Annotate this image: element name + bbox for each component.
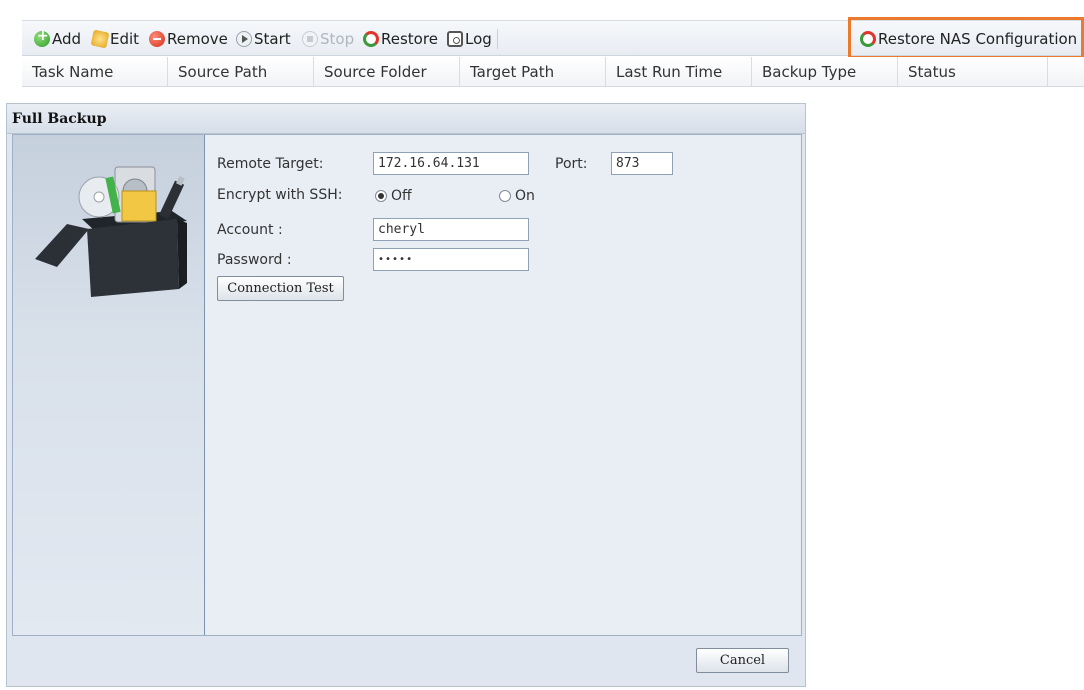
column-status[interactable]: Status bbox=[898, 57, 1048, 87]
radio-unselected-icon bbox=[499, 190, 511, 202]
start-button[interactable]: Start bbox=[236, 29, 291, 49]
dialog-title: Full Backup bbox=[7, 104, 805, 134]
remote-target-label: Remote Target: bbox=[217, 156, 324, 172]
backup-task-panel: Add Edit Remove Start Stop Restore Log bbox=[22, 17, 1084, 90]
log-label: Log bbox=[465, 30, 492, 48]
restore-label: Restore bbox=[381, 30, 438, 48]
encrypt-ssh-label: Encrypt with SSH: bbox=[217, 187, 343, 203]
add-label: Add bbox=[52, 30, 82, 48]
cancel-button[interactable]: Cancel bbox=[696, 648, 789, 673]
edit-label: Edit bbox=[110, 30, 140, 48]
remove-icon bbox=[149, 31, 165, 47]
column-source-path[interactable]: Source Path bbox=[168, 57, 314, 87]
radio-selected-icon bbox=[375, 190, 387, 202]
restore-button[interactable]: Restore bbox=[363, 29, 438, 49]
log-icon bbox=[447, 31, 463, 47]
port-label: Port: bbox=[555, 156, 588, 172]
password-label: Password : bbox=[217, 252, 292, 268]
column-task-name[interactable]: Task Name bbox=[22, 57, 168, 87]
stop-icon bbox=[302, 31, 318, 47]
port-input[interactable]: 873 bbox=[611, 152, 673, 175]
start-label: Start bbox=[254, 30, 291, 48]
column-target-path[interactable]: Target Path bbox=[460, 57, 606, 87]
remove-label: Remove bbox=[167, 30, 228, 48]
full-backup-dialog: Full Backup Remote Target: 172.16.64.131… bbox=[6, 103, 806, 687]
remote-target-input[interactable]: 172.16.64.131 bbox=[373, 152, 529, 175]
column-last-run-time[interactable]: Last Run Time bbox=[606, 57, 752, 87]
encrypt-on-label: On bbox=[515, 188, 535, 204]
task-table-header: Task Name Source Path Source Folder Targ… bbox=[22, 57, 1084, 87]
account-input[interactable]: cheryl bbox=[373, 218, 529, 241]
edit-button[interactable]: Edit bbox=[90, 29, 140, 49]
remove-button[interactable]: Remove bbox=[149, 29, 228, 49]
restore-icon bbox=[363, 31, 379, 47]
log-button[interactable]: Log bbox=[447, 29, 492, 49]
edit-icon bbox=[90, 29, 110, 49]
restore-nas-highlight-box bbox=[848, 17, 1084, 59]
encrypt-on-radio[interactable]: On bbox=[499, 188, 535, 204]
dialog-body: Remote Target: 172.16.64.131 Port: 873 E… bbox=[12, 134, 802, 636]
connection-form: Remote Target: 172.16.64.131 Port: 873 E… bbox=[205, 135, 801, 635]
column-backup-type[interactable]: Backup Type bbox=[752, 57, 898, 87]
wizard-side-pane bbox=[13, 135, 205, 635]
start-icon bbox=[236, 31, 252, 47]
encrypt-off-label: Off bbox=[391, 188, 412, 204]
backup-box-illustration bbox=[35, 166, 187, 297]
stop-label: Stop bbox=[320, 30, 355, 48]
add-button[interactable]: Add bbox=[34, 28, 82, 49]
dialog-footer: Cancel bbox=[7, 637, 805, 687]
toolbar-separator bbox=[497, 29, 498, 49]
stop-button[interactable]: Stop bbox=[302, 29, 354, 49]
encrypt-off-radio[interactable]: Off bbox=[375, 188, 412, 204]
connection-test-button[interactable]: Connection Test bbox=[217, 276, 344, 301]
column-source-folder[interactable]: Source Folder bbox=[314, 57, 460, 87]
add-icon bbox=[34, 28, 50, 47]
account-label: Account : bbox=[217, 222, 283, 238]
password-input[interactable]: ••••• bbox=[373, 248, 529, 271]
